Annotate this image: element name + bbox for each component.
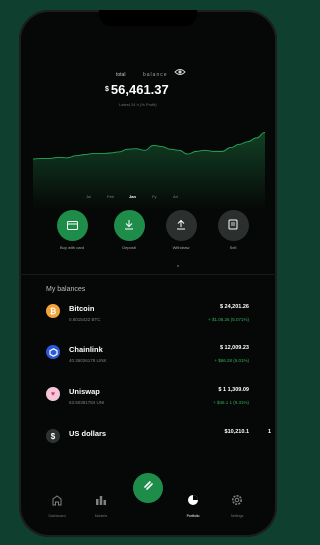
action-sell-button[interactable]: Sell [215, 210, 251, 250]
swap-icon [142, 479, 155, 497]
total-balance: $56,461.37 [105, 82, 169, 97]
month-tab-fy[interactable]: Fy [152, 194, 156, 199]
balance-row-chainlink[interactable]: Chainlink 40.36026178 LINK $ 12,009.23 + $6… [19, 343, 277, 373]
action-deposit-button[interactable]: Deposit [111, 210, 147, 250]
download-icon [124, 217, 134, 235]
phone-frame: total balance $56,461.37 Latest 24 h (% … [19, 10, 277, 537]
coin-name: Bitcoin [69, 304, 95, 313]
coin-value: $ 24,201.26 [219, 304, 249, 310]
coin-value: $10,210.1 [224, 429, 249, 435]
nav-settings-tab[interactable]: Settings [217, 493, 257, 518]
nav-label: Portfolio [186, 514, 200, 518]
balance-row-us-dollars[interactable]: $ US dollars $10,210.1 1 [19, 427, 277, 457]
action-circle[interactable] [217, 210, 249, 241]
month-tab-ari[interactable]: Ari [173, 194, 178, 199]
phone-notch [99, 10, 197, 26]
nav-portfolio-tab[interactable]: Portfolio [173, 493, 213, 518]
dollar-icon: $ [46, 429, 60, 443]
balance-label: total [116, 72, 126, 78]
bitcoin-icon: ₿ [46, 304, 60, 318]
coin-amount: 40.36026178 LINK [69, 358, 107, 363]
bar-chart-icon [95, 493, 107, 510]
action-circle[interactable] [113, 210, 145, 241]
coin-amount: 0.6015422 BTC [69, 317, 101, 322]
coin-change: + $66.28 (6.01%) [214, 358, 249, 363]
balance-currency: $ [105, 86, 109, 93]
chart-area-fill [33, 132, 265, 210]
receipt-icon [228, 217, 238, 235]
coin-name: Chainlink [69, 345, 103, 354]
balance-row-uniswap[interactable]: ♥ Uniswap 63.50381784 UNI $ 1 1,309.09 + $46… [19, 385, 277, 415]
nav-label: Settings [230, 514, 244, 518]
page-indicator [177, 265, 179, 267]
coin-name: US dollars [69, 429, 107, 438]
nav-label: Dashboard [48, 514, 66, 518]
bottom-navigation: Dashboard Markets Portfolio Settings [19, 473, 277, 537]
upload-icon [176, 217, 186, 235]
home-icon [51, 493, 63, 510]
action-circle[interactable] [56, 210, 88, 241]
divider [19, 274, 277, 275]
coin-name: Uniswap [69, 387, 100, 396]
action-circle[interactable] [165, 210, 197, 241]
coin-amount: 63.50381784 UNI [69, 400, 105, 405]
action-withdraw-button[interactable]: Withdraw [163, 210, 199, 250]
action-label: Sell [229, 245, 237, 250]
coin-change: + $46.1 1 (9.31%) [213, 400, 249, 405]
coin-value: $ 1 1,309.09 [218, 387, 249, 393]
coin-change: + $1.08.26 (5.071%) [208, 317, 249, 322]
uniswap-icon: ♥ [46, 387, 60, 401]
balance-row-bitcoin[interactable]: ₿ Bitcoin 0.6015422 BTC $ 24,201.26 + $1.08.… [19, 302, 277, 332]
action-buy-with-card-button[interactable]: Buy with card [54, 210, 90, 250]
chainlink-icon [46, 345, 60, 359]
balance-sublabel: balance [143, 72, 168, 78]
balance-subtitle: Latest 24 h (% Profit) [119, 102, 157, 107]
balance-chart [33, 132, 265, 210]
balances-title: My balances [46, 286, 86, 293]
nav-dashboard-tab[interactable]: Dashboard [37, 493, 77, 518]
month-tab-jul[interactable]: Jul [86, 194, 91, 199]
action-label: Buy with card [59, 245, 84, 250]
action-label: Deposit [122, 245, 136, 250]
gear-icon [231, 493, 243, 510]
row-trailing-value: 1 [267, 429, 271, 435]
coin-value: $ 12,009.23 [219, 345, 249, 351]
eye-icon[interactable] [174, 67, 186, 77]
swap-button[interactable] [133, 473, 163, 503]
balance-value: 56,461.37 [110, 82, 169, 97]
month-tab-feb[interactable]: Feb [107, 194, 114, 199]
nav-label: Markets [94, 514, 108, 518]
action-label: Withdraw [172, 245, 190, 250]
pie-chart-icon [187, 493, 199, 510]
month-tab-jan[interactable]: Jan [129, 194, 136, 199]
nav-markets-tab[interactable]: Markets [81, 493, 121, 518]
card-icon [66, 217, 78, 235]
